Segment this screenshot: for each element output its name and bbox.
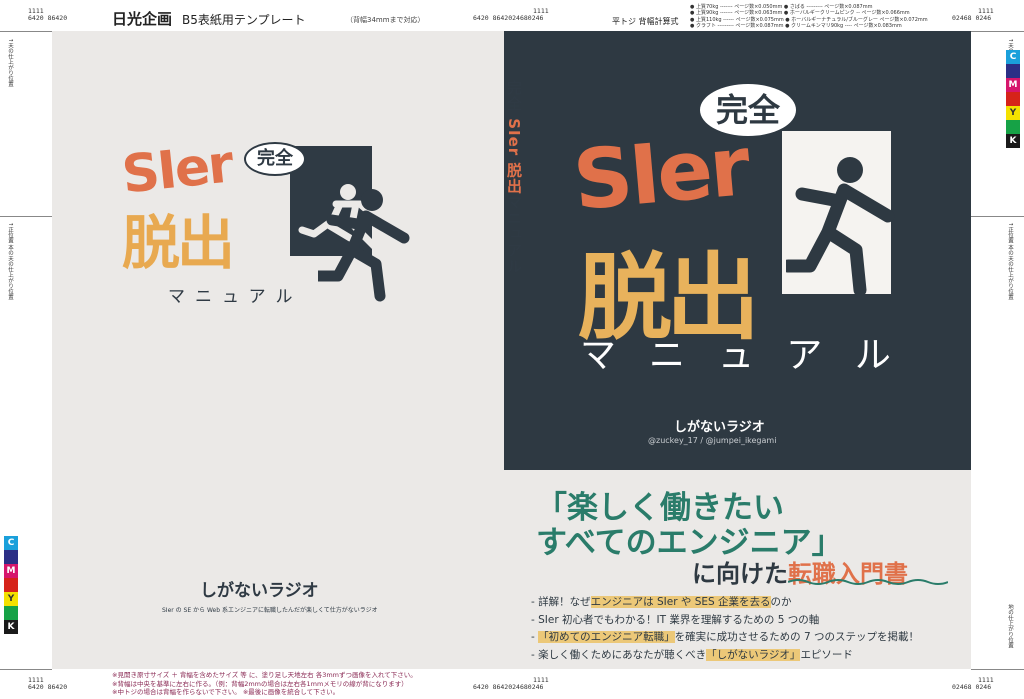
side-label: ↑正位置 本の天の仕上がり位置 bbox=[7, 222, 13, 300]
color-swatch: M bbox=[1006, 78, 1020, 92]
trim-line bbox=[0, 31, 52, 32]
color-swatch: M bbox=[4, 564, 18, 578]
paper-row: ● 上質90kg ------- ページ数×0.063mm ● ホーバルギークリ… bbox=[690, 10, 910, 17]
color-bar-left: CMYK bbox=[4, 536, 18, 634]
paper-thickness-list: ● 上質70kg ------- ページ数×0.050mm ● さばる ----… bbox=[690, 4, 928, 30]
paper-row: ● クラフト --------- ページ数×0.087mm ● クリームキンマリ… bbox=[690, 23, 902, 30]
front-subtitle: マニュアル bbox=[580, 335, 924, 376]
trim-line bbox=[0, 216, 52, 217]
front-radio-logo: しがないラジオ bbox=[674, 420, 765, 435]
feature-list: - 詳解！なぜエンジニアは SIer や SES 企業を去るのか - SIer … bbox=[531, 594, 919, 664]
feature-item: - SIer 初心者でもわかる！IT 業界を理解するための 5 つの軸 bbox=[531, 613, 820, 626]
template-note: （背幅34mmまで対応） bbox=[346, 16, 425, 24]
brand-name: 日光企画 bbox=[112, 10, 173, 28]
footer-notes: ※見開き原寸サイズ ＋ 背幅を含めたサイズ 等 に、塗り足し天地左右 各3mmず… bbox=[112, 671, 417, 697]
side-label: ↑正位置 本の天の仕上がり位置 bbox=[1007, 222, 1013, 300]
color-swatch: C bbox=[4, 536, 18, 550]
speech-bubble: 完全 bbox=[244, 142, 306, 176]
color-swatch bbox=[1006, 120, 1020, 134]
wave-underline bbox=[788, 579, 948, 585]
trim-line bbox=[0, 669, 52, 670]
color-bar-right: CMYK bbox=[1006, 50, 1020, 148]
scale-bottom-right: 1111 02468 0246 bbox=[952, 676, 994, 691]
color-swatch bbox=[4, 606, 18, 620]
template-title: B5表紙用テンプレート bbox=[182, 13, 306, 27]
running-man-icon bbox=[786, 157, 895, 297]
footer-note: ※中トジの場合は背幅を作らないで下さい。 ※最後に画像を統合して下さい。 bbox=[112, 688, 340, 696]
side-label: 地の仕上がり位置 bbox=[1007, 604, 1013, 648]
scale-top-center: 1111 6420 8642024680246 bbox=[473, 7, 549, 22]
back-radio-logo: しがないラジオ bbox=[200, 581, 319, 601]
spine-title: 完全 SIer 脱出マニュアル bbox=[505, 80, 523, 275]
color-swatch bbox=[4, 550, 18, 564]
scale-top-right: 1111 02468 0246 bbox=[952, 7, 994, 22]
front-title-sler: SIer bbox=[569, 119, 751, 229]
color-swatch bbox=[1006, 64, 1020, 78]
color-swatch: K bbox=[4, 620, 18, 634]
trim-line bbox=[971, 31, 1024, 32]
trim-line bbox=[971, 216, 1024, 217]
spine-calc-label: 平トジ 背幅計算式 bbox=[612, 17, 679, 26]
feature-item: - 楽しく働くためにあなたが聴くべき「しがないラジオ」エピソード bbox=[531, 648, 853, 661]
author-handles: @zuckey_17 / @jumpei_ikegami bbox=[648, 436, 777, 445]
scale-top-left: 1111 6420 86420 bbox=[28, 7, 68, 22]
color-swatch: Y bbox=[4, 592, 18, 606]
back-title-sler: SIer bbox=[119, 134, 235, 206]
color-swatch: K bbox=[1006, 134, 1020, 148]
feature-item: - 詳解！なぜエンジニアは SIer や SES 企業を去るのか bbox=[531, 596, 792, 608]
color-swatch: Y bbox=[1006, 106, 1020, 120]
feature-item: - 「初めてのエンジニア転職」を確実に成功させるための 7 つのステップを掲載！ bbox=[531, 631, 919, 643]
color-swatch: C bbox=[1006, 50, 1020, 64]
footer-note: ※背幅は中央を基準に左右に作る。（例：背幅2mmの場合は左右各1mmメモリの線が… bbox=[112, 679, 408, 688]
color-swatch bbox=[4, 578, 18, 592]
scale-bottom-center: 1111 6420 8642024680246 bbox=[473, 676, 549, 691]
running-man-icon bbox=[318, 189, 410, 302]
color-swatch bbox=[1006, 92, 1020, 106]
back-title-dasshutsu: 脱出 bbox=[122, 209, 235, 277]
footer-note: ※見開き原寸サイズ ＋ 背幅を含めたサイズ 等 に、塗り足し天地左右 各3mmず… bbox=[112, 671, 417, 679]
scale-bottom-left: 1111 6420 86420 bbox=[28, 676, 68, 691]
back-cover bbox=[52, 31, 504, 669]
back-radio-tagline: SIer の SE から Web 系エンジニアに転職したんだが楽しくて仕方がない… bbox=[162, 607, 378, 614]
back-subtitle: マニュアル bbox=[168, 287, 303, 307]
trim-line bbox=[971, 669, 1024, 670]
side-label: ↑天の仕上がり位置 bbox=[7, 38, 13, 87]
